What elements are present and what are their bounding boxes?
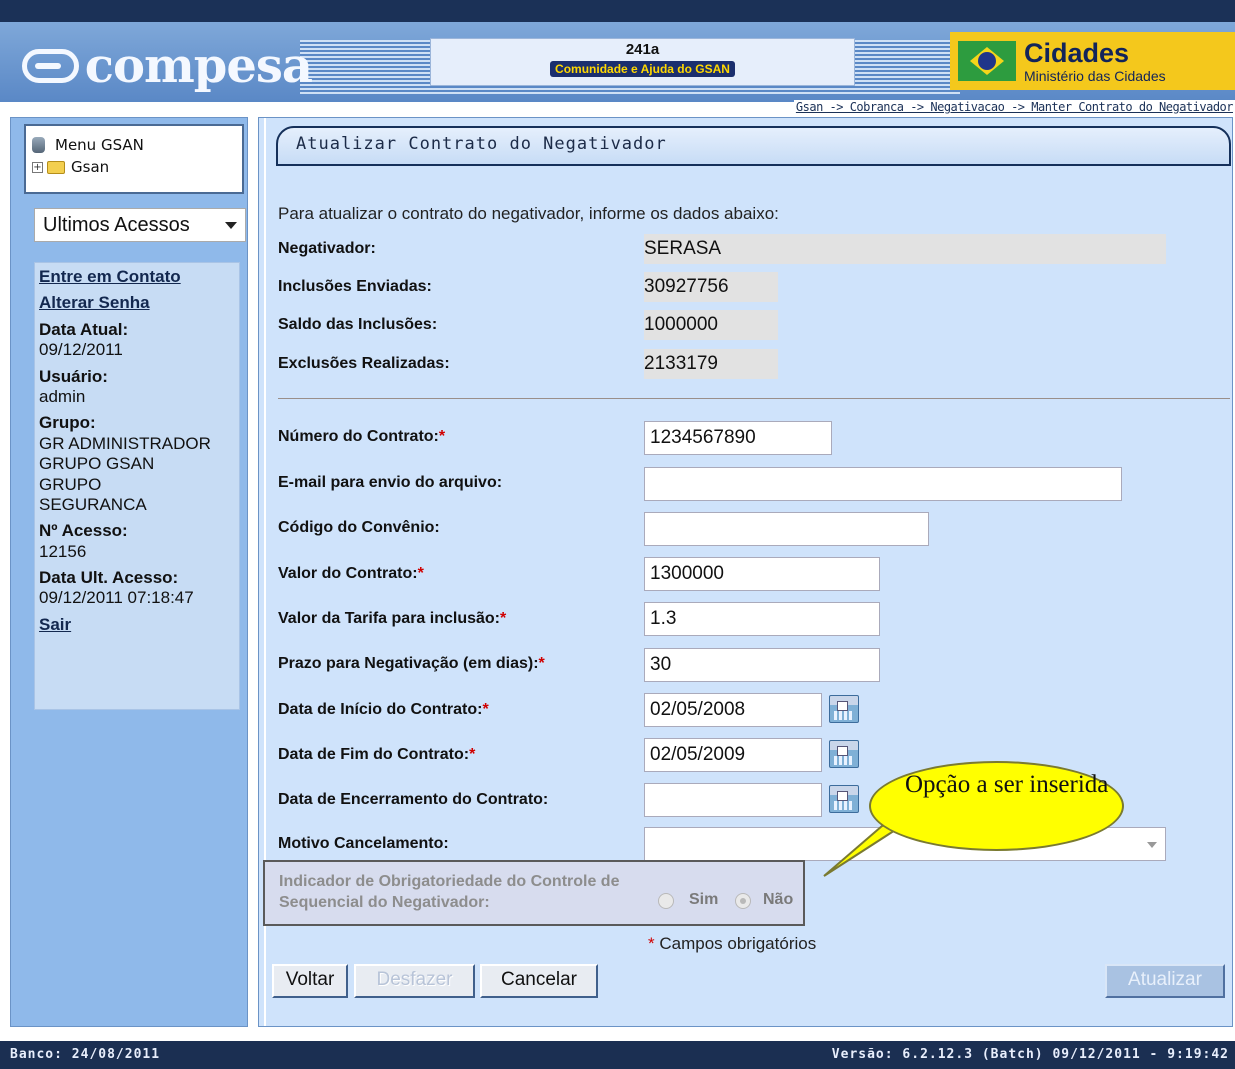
app-info-box: 241a Comunidade e Ajuda do GSAN (430, 38, 855, 86)
menu-tree-item-gsan[interactable]: + Gsan (32, 156, 236, 178)
numero-contrato-input[interactable]: 1234567890 (644, 421, 832, 455)
divider (278, 398, 1230, 399)
required-note: * Campos obrigatórios (648, 934, 817, 953)
current-date: 09/12/2011 (39, 340, 123, 360)
db-date: Banco: 24/08/2011 (10, 1047, 161, 1062)
email-input[interactable] (644, 467, 1122, 501)
compesa-logo-icon (22, 49, 79, 83)
menu-tree-root[interactable]: Menu GSAN (32, 134, 236, 156)
numero-contrato-label: Número do Contrato:* (278, 428, 446, 445)
data-fim-input[interactable]: 02/05/2009 (644, 738, 822, 772)
data-encerramento-input[interactable] (644, 783, 822, 817)
convenio-label: Código do Convênio: (278, 519, 440, 536)
convenio-input[interactable] (644, 512, 929, 546)
saldo-label: Saldo das Inclusões: (278, 316, 438, 333)
undo-button[interactable]: Desfazer (354, 964, 475, 998)
motivo-label: Motivo Cancelamento: (278, 835, 449, 852)
page-title: Atualizar Contrato do Negativador (296, 134, 667, 154)
group-item: SEGURANCA (39, 494, 147, 514)
radio-nao-label: Não (763, 891, 794, 908)
last-access: 09/12/2011 07:18:47 (39, 588, 194, 608)
change-password-link[interactable]: Alterar Senha (39, 293, 235, 313)
calendar-icon[interactable] (829, 695, 859, 723)
group-item: GR ADMINISTRADOR (39, 433, 211, 453)
cancel-button[interactable]: Cancelar (480, 964, 598, 998)
update-button[interactable]: Atualizar (1105, 964, 1225, 998)
title-tab: Atualizar Contrato do Negativador (276, 126, 1231, 166)
user-info-panel: Entre em Contato Alterar Senha Data Atua… (34, 262, 240, 710)
logout-link[interactable]: Sair (39, 615, 235, 635)
data-inicio-input[interactable]: 02/05/2008 (644, 693, 822, 727)
compesa-logo-text: compesa (84, 38, 313, 94)
recent-access-value: Ultimos Acessos (43, 213, 190, 236)
access-count-label: Nº Acesso: (39, 521, 128, 541)
data-encerramento-label: Data de Encerramento do Contrato: (278, 791, 549, 808)
chevron-down-icon (225, 222, 237, 229)
exclusoes-label: Exclusões Realizadas: (278, 355, 450, 372)
inclusoes-label: Inclusões Enviadas: (278, 278, 432, 295)
data-inicio-label: Data de Início do Contrato:* (278, 701, 489, 718)
calendar-icon[interactable] (829, 740, 859, 768)
saldo-value: 1000000 (644, 310, 778, 340)
radio-sim-label: Sim (689, 891, 719, 908)
database-icon (32, 137, 45, 153)
sidebar: Menu GSAN + Gsan Ultimos Acessos Entre e… (10, 117, 248, 1027)
version-info: Versão: 6.2.12.3 (Batch) 09/12/2011 - 9:… (831, 1047, 1229, 1062)
valor-contrato-label: Valor do Contrato:* (278, 565, 424, 582)
last-access-label: Data Ult. Acesso: (39, 568, 179, 588)
user-name: admin (39, 386, 86, 406)
folder-icon (47, 160, 65, 174)
menu-tree: Menu GSAN + Gsan (24, 124, 244, 194)
callout-balloon: Opção a ser inserida (869, 761, 1124, 851)
app-tagline-link[interactable]: Comunidade e Ajuda do GSAN (550, 61, 735, 77)
breadcrumb[interactable]: Gsan -> Cobranca -> Negativacao -> Mante… (793, 100, 1235, 114)
intro-text: Para atualizar o contrato do negativador… (278, 204, 779, 223)
valor-contrato-input[interactable]: 1300000 (644, 557, 880, 591)
radio-nao[interactable] (735, 893, 751, 909)
main-panel: Atualizar Contrato do Negativador Para a… (258, 117, 1233, 1027)
footer: Banco: 24/08/2011 Versão: 6.2.12.3 (Batc… (0, 1041, 1235, 1069)
user-label: Usuário: (39, 366, 108, 386)
app-header: compesa 241a Comunidade e Ajuda do GSAN … (0, 22, 1235, 102)
chevron-down-icon (1147, 842, 1157, 848)
inclusoes-value: 30927756 (644, 272, 778, 302)
cidades-logo: Cidades Ministério das Cidades (950, 32, 1235, 90)
negativador-label: Negativador: (278, 240, 376, 257)
radio-sim[interactable] (658, 893, 674, 909)
negativador-value: SERASA (644, 234, 1166, 264)
indicador-group: Indicador de Obrigatoriedade do Controle… (263, 860, 805, 926)
access-count: 12156 (39, 541, 87, 561)
group-item: GRUPO (39, 474, 102, 494)
current-date-label: Data Atual: (39, 319, 129, 339)
data-fim-label: Data de Fim do Contrato:* (278, 746, 476, 763)
cidades-subtitle: Ministério das Cidades (1024, 67, 1166, 84)
back-button[interactable]: Voltar (272, 964, 348, 998)
compesa-logo: compesa (22, 36, 313, 96)
indicador-label: Indicador de Obrigatoriedade do Controle… (279, 873, 620, 911)
recent-access-select[interactable]: Ultimos Acessos (34, 208, 246, 242)
prazo-input[interactable]: 30 (644, 648, 880, 682)
brazil-flag-icon (958, 41, 1016, 81)
expand-icon[interactable]: + (32, 161, 43, 173)
exclusoes-value: 2133179 (644, 349, 778, 379)
group-item: GRUPO GSAN (39, 454, 155, 474)
prazo-label: Prazo para Negativação (em dias):* (278, 655, 545, 672)
tarifa-label: Valor da Tarifa para inclusão:* (278, 610, 507, 627)
app-code: 241a (625, 41, 660, 58)
tarifa-input[interactable]: 1.3 (644, 602, 880, 636)
menu-item-label: Gsan (71, 158, 110, 176)
contact-link[interactable]: Entre em Contato (39, 267, 235, 287)
group-label: Grupo: (39, 413, 96, 433)
email-label: E-mail para envio do arquivo: (278, 474, 503, 491)
cidades-title: Cidades (1024, 37, 1130, 68)
top-bar (0, 0, 1235, 22)
menu-title: Menu GSAN (55, 136, 144, 154)
